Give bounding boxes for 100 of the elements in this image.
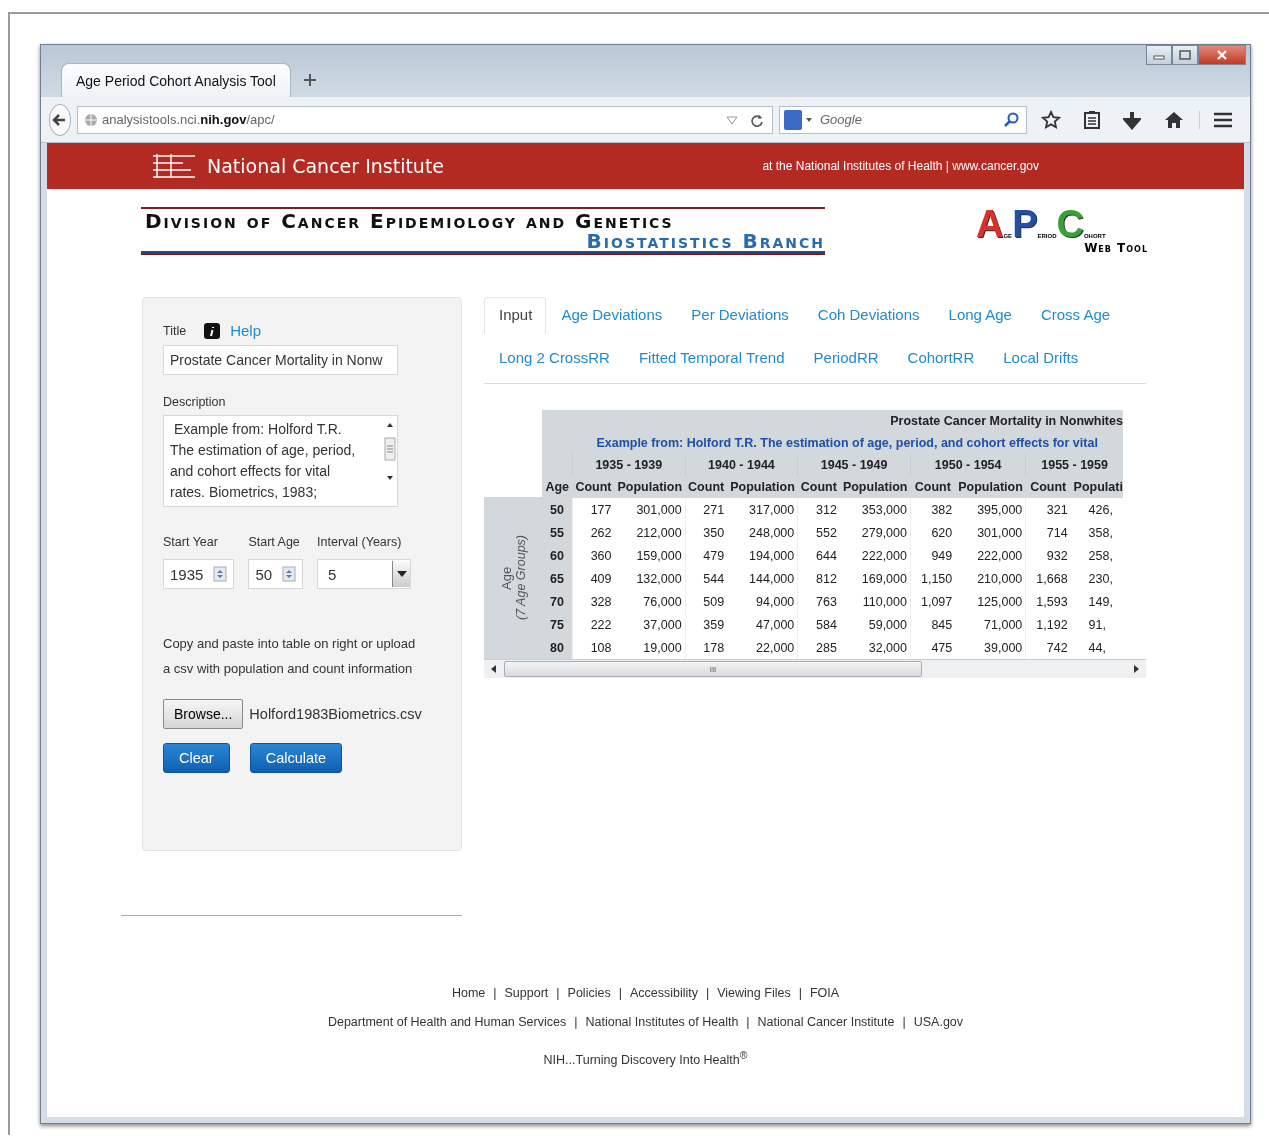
calculate-button[interactable]: Calculate [249,743,343,773]
banner-title[interactable]: National Cancer Institute [207,155,445,177]
slogan-text: NIH...Turning Discovery Into Health$^{®}$ [543,1050,748,1068]
column-header: Count [1025,476,1071,498]
table-cell[interactable]: 312 [797,498,840,521]
close-icon[interactable] [1198,45,1246,65]
table-cell[interactable]: 395,000 [955,498,1026,521]
table-cell[interactable]: 1,192 [1025,613,1071,636]
minimize-icon[interactable] [1146,45,1172,65]
tab[interactable]: Long Age [933,297,1026,334]
column-header: Count [910,476,956,498]
table-cell[interactable]: 552 [797,521,840,544]
table-cell[interactable]: 1,668 [1025,567,1071,590]
footer-link[interactable]: Accessibility [629,985,698,1000]
tab[interactable]: Age Deviations [546,297,677,334]
row-header: 60 [542,544,573,567]
table-subtitle: Example from: Holford T.R. The estimation of age, period, and cohort effects for vital [572,432,1123,454]
browser-tab[interactable]: Age Period Cohort Analysis Tool [61,63,291,97]
footer-link[interactable]: Support [504,985,549,1000]
dropdown-arrow-icon[interactable] [726,114,738,125]
column-header: Population [839,476,911,498]
table-cell[interactable]: 932 [1025,544,1071,567]
footer-link[interactable]: National Cancer Institute [757,1014,895,1029]
column-header: 1940 - 1944 [685,454,798,476]
horizontal-scrollbar[interactable]: III [484,659,1146,678]
table-cell[interactable]: 271 [685,498,728,521]
search-engine-icon[interactable] [784,109,812,130]
separator: | [574,1014,578,1029]
table-cell[interactable]: 301,000 [614,498,686,521]
new-tab-icon[interactable] [303,73,317,87]
column-header: 1935 - 1939 [572,454,686,476]
tab[interactable]: Input [484,297,547,334]
title-field[interactable]: Prostate Cancer Mortality in Nonw [163,345,398,375]
table-cell[interactable]: 742 [1025,636,1071,659]
instructions-text: Copy and paste into table on right or upload a csv with population and count information [163,635,417,678]
back-icon[interactable] [49,103,71,136]
footer-link[interactable]: Department of Health and Human Services [327,1014,567,1029]
tab[interactable]: PeriodRR [798,340,893,377]
division-title: Division of Cancer Epidemiology and Genetics [144,211,675,231]
table-cell[interactable]: 317,000 [727,498,798,521]
reload-icon[interactable] [750,112,764,127]
number-field[interactable]: 50 [248,559,304,589]
clear-button[interactable]: Clear [163,743,230,773]
tab[interactable]: Long 2 CrossRR [484,340,624,377]
banner-tagline[interactable]: at the National Institutes of Health | www.cancer.gov [762,159,1039,173]
field-label: Start Year [163,535,219,549]
table-cell[interactable]: 1,593 [1025,590,1071,613]
description-field[interactable]: Example from: Holford T.R. The estimation of age, period, and cohort effects for vital rates. Biometrics, 1983; [163,415,398,507]
footer-link[interactable]: Home [451,985,486,1000]
separator: | [556,985,560,1000]
tab[interactable]: Local Drifts [988,340,1093,377]
globe-icon [84,112,98,127]
column-header: Count [685,476,728,498]
scroll-left-icon[interactable] [490,665,498,673]
footer-link[interactable]: Viewing Files [717,985,791,1000]
tab[interactable]: Per Deviations [676,297,803,334]
dropdown-button[interactable] [392,561,411,587]
browse-button[interactable]: Browse... [163,699,244,729]
address-field[interactable]: analysistools.nci.nih.gov/apc/ [77,105,773,134]
field-label: Start Age [248,535,301,549]
search-icon[interactable] [1002,110,1020,129]
search-field[interactable]: Google [779,105,1027,134]
column-header: Population [955,476,1026,498]
footer-link[interactable]: Policies [567,985,611,1000]
tab[interactable]: Fitted Temporal Trend [623,340,799,377]
footer-link[interactable]: USA.gov [913,1014,964,1029]
tab[interactable]: Coh Deviations [802,297,934,334]
scroll-right-icon[interactable] [1132,665,1140,673]
table-cell[interactable]: 812 [797,567,840,590]
column-header: Count [797,476,840,498]
tab[interactable]: Cross Age [1025,297,1125,334]
row-header: 50 [542,498,573,521]
maximize-icon[interactable] [1172,45,1198,65]
footer-link[interactable]: FOIA [809,985,840,1000]
separator: | [746,1014,750,1029]
institute-logo-icon [151,152,197,180]
caret-icon [396,571,407,577]
spinner-icon[interactable] [282,566,297,582]
table-cell[interactable]: 353,000 [839,498,911,521]
separator: | [902,1014,906,1029]
table-cell[interactable]: 382 [910,498,956,521]
column-header: Population [614,476,686,498]
tab[interactable]: CohortRR [892,340,989,377]
footer-link[interactable]: National Institutes of Health [585,1014,739,1029]
interval-dropdown[interactable]: 5 [317,559,412,589]
field-label: Interval (Years) [317,535,403,549]
info-icon [204,322,221,339]
spinner-icon[interactable] [213,566,228,582]
field-label: Title [163,323,187,338]
number-field[interactable]: 1935 [163,559,235,589]
table-cell[interactable]: 285 [797,636,840,659]
table-cell[interactable]: 177 [572,498,615,521]
table-cell[interactable]: 644 [797,544,840,567]
table-cell[interactable]: 321 [1025,498,1071,521]
field-label: Description [163,395,227,409]
row-header: 80 [542,636,573,659]
table-cell[interactable]: 763 [797,590,840,613]
table-cell[interactable]: 584 [797,613,840,636]
column-header: Population [727,476,798,498]
table-cell[interactable]: 714 [1025,521,1071,544]
